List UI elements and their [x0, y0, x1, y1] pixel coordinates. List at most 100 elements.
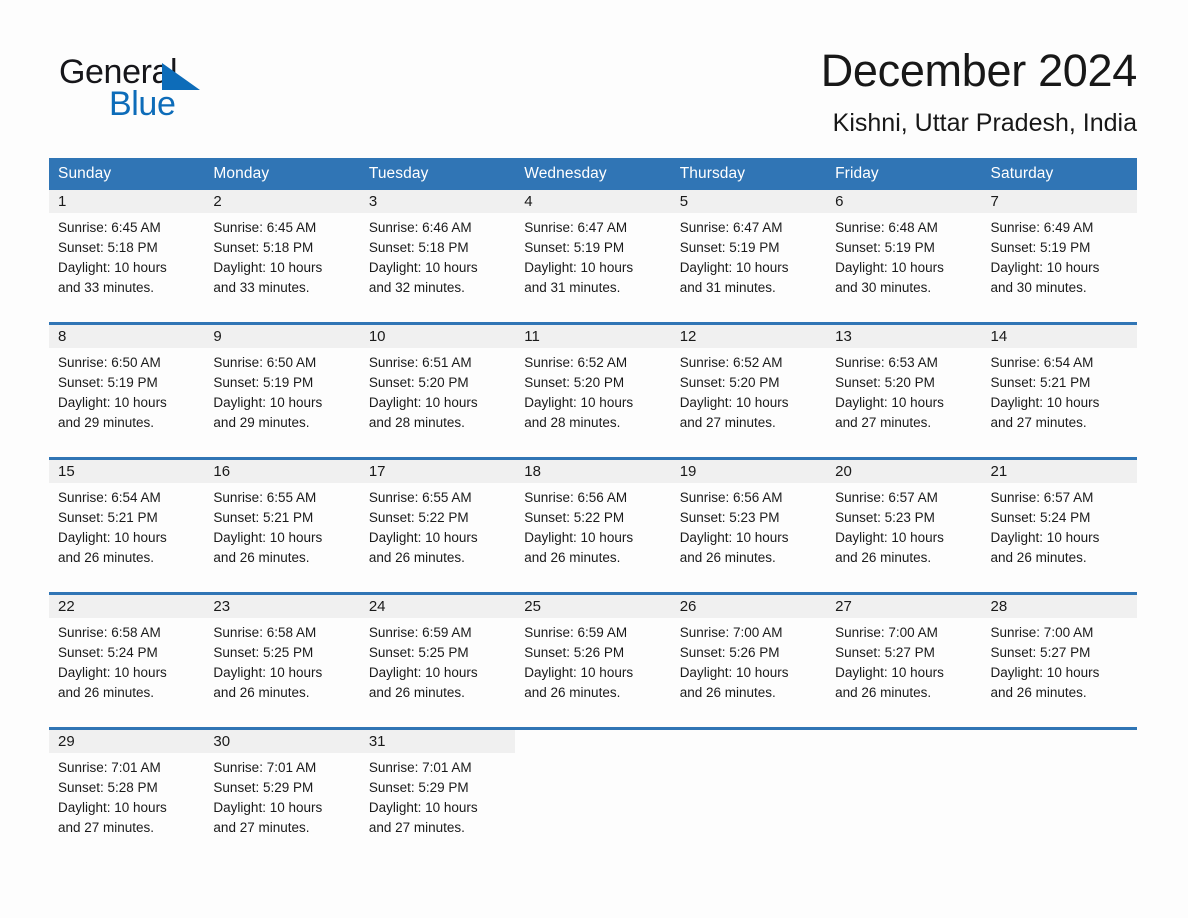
- day-number: 7: [990, 193, 999, 210]
- day-details: Sunrise: 7:00 AM Sunset: 5:27 PM Daylight:…: [826, 618, 981, 703]
- title-block: December 2024 Kishni, Uttar Pradesh, Ind…: [437, 45, 1138, 138]
- calendar-day-cell[interactable]: 28 Sunrise: 7:00 AM Sunset: 5:27 PM Dayligh…: [981, 595, 1137, 715]
- day-number: 4: [524, 193, 533, 210]
- day-daylight1-text: Daylight: 10 hours: [524, 530, 634, 545]
- day-daylight2-text: and 26 minutes.: [524, 685, 621, 700]
- day-details: Sunrise: 6:47 AM Sunset: 5:19 PM Daylight:…: [515, 213, 670, 298]
- day-details: Sunrise: 6:53 AM Sunset: 5:20 PM Daylight:…: [826, 348, 981, 433]
- day-sunset-text: Sunset: 5:25 PM: [368, 645, 469, 660]
- day-sunrise-text: Sunrise: 6:50 AM: [213, 355, 317, 370]
- day-daylight2-text: and 33 minutes.: [58, 280, 155, 295]
- calendar-day-cell[interactable]: 8 Sunrise: 6:50 AM Sunset: 5:19 PM Daylight…: [49, 325, 205, 445]
- day-daylight2-text: and 26 minutes.: [835, 685, 932, 700]
- day-details: Sunrise: 7:00 AM Sunset: 5:26 PM Daylight:…: [671, 618, 826, 703]
- day-number: 1: [58, 193, 67, 210]
- calendar-day-cell[interactable]: 27 Sunrise: 7:00 AM Sunset: 5:27 PM Dayligh…: [826, 595, 982, 715]
- calendar-day-cell[interactable]: 14 Sunrise: 6:54 AM Sunset: 5:21 PM Dayligh…: [981, 325, 1137, 445]
- day-daylight2-text: and 27 minutes.: [213, 820, 310, 835]
- day-sunrise-text: Sunrise: 6:54 AM: [58, 490, 161, 505]
- calendar-day-cell[interactable]: 1 Sunrise: 6:45 AM Sunset: 5:18 PM Daylight…: [49, 190, 205, 310]
- calendar-day-cell[interactable]: 7 Sunrise: 6:49 AM Sunset: 5:19 PM Daylight…: [981, 190, 1137, 310]
- day-number: 18: [524, 463, 541, 480]
- day-sunrise-text: Sunrise: 6:51 AM: [368, 355, 472, 370]
- day-number-bar: [671, 730, 826, 753]
- day-sunset-text: Sunset: 5:19 PM: [990, 240, 1091, 255]
- day-sunset-text: Sunset: 5:29 PM: [213, 780, 314, 795]
- calendar-day-cell[interactable]: 5 Sunrise: 6:47 AM Sunset: 5:19 PM Daylight…: [670, 190, 827, 310]
- weekday-header-monday: Monday: [213, 165, 270, 182]
- calendar-day-cell[interactable]: 16 Sunrise: 6:55 AM Sunset: 5:21 PM Dayligh…: [204, 460, 360, 580]
- calendar-day-cell[interactable]: 23 Sunrise: 6:58 AM Sunset: 5:25 PM Dayligh…: [204, 595, 360, 715]
- calendar-day-cell[interactable]: 6 Sunrise: 6:48 AM Sunset: 5:19 PM Daylight…: [826, 190, 982, 310]
- day-daylight2-text: and 26 minutes.: [990, 685, 1087, 700]
- calendar-day-cell[interactable]: 9 Sunrise: 6:50 AM Sunset: 5:19 PM Daylight…: [204, 325, 360, 445]
- day-number-bar: 18: [515, 460, 671, 483]
- calendar-day-cell[interactable]: 19 Sunrise: 6:56 AM Sunset: 5:23 PM Dayligh…: [670, 460, 827, 580]
- day-sunrise-text: Sunrise: 6:49 AM: [990, 220, 1094, 235]
- calendar-day-cell[interactable]: 18 Sunrise: 6:56 AM Sunset: 5:22 PM Dayligh…: [515, 460, 671, 580]
- calendar-day-cell[interactable]: 10 Sunrise: 6:51 AM Sunset: 5:20 PM Dayligh…: [359, 325, 516, 445]
- weekday-header-thursday: Thursday: [679, 165, 746, 182]
- day-number: 25: [524, 598, 541, 615]
- day-daylight1-text: Daylight: 10 hours: [524, 665, 634, 680]
- day-sunset-text: Sunset: 5:19 PM: [213, 375, 314, 390]
- day-number-bar: 23: [204, 595, 360, 618]
- day-sunrise-text: Sunrise: 6:55 AM: [213, 490, 317, 505]
- calendar-day-cell[interactable]: 30 Sunrise: 7:01 AM Sunset: 5:29 PM Dayligh…: [204, 730, 360, 850]
- calendar-day-cell[interactable]: 31 Sunrise: 7:01 AM Sunset: 5:29 PM Dayligh…: [359, 730, 516, 850]
- calendar-day-cell[interactable]: 24 Sunrise: 6:59 AM Sunset: 5:25 PM Dayligh…: [359, 595, 516, 715]
- day-number: 16: [213, 463, 231, 480]
- calendar-day-cell[interactable]: 13 Sunrise: 6:53 AM Sunset: 5:20 PM Dayligh…: [826, 325, 982, 445]
- general-blue-logo[interactable]: General Blue: [59, 53, 359, 133]
- day-daylight1-text: Daylight: 10 hours: [835, 260, 944, 275]
- day-number-bar: 14: [981, 325, 1137, 348]
- calendar-day-cell[interactable]: 12 Sunrise: 6:52 AM Sunset: 5:20 PM Dayligh…: [670, 325, 827, 445]
- day-sunrise-text: Sunrise: 6:58 AM: [213, 625, 317, 640]
- day-number-bar: 29: [49, 730, 205, 753]
- weekday-header-sunday: Sunday: [58, 165, 112, 182]
- day-sunset-text: Sunset: 5:20 PM: [835, 375, 935, 390]
- day-daylight1-text: Daylight: 10 hours: [58, 260, 167, 275]
- day-number: 15: [58, 463, 75, 480]
- calendar-day-cell[interactable]: 22 Sunrise: 6:58 AM Sunset: 5:24 PM Dayligh…: [49, 595, 205, 715]
- calendar-day-cell[interactable]: 4 Sunrise: 6:47 AM Sunset: 5:19 PM Daylight…: [515, 190, 671, 310]
- day-daylight1-text: Daylight: 10 hours: [524, 395, 634, 410]
- calendar-day-cell-empty: [670, 730, 827, 850]
- calendar-day-cell[interactable]: 2 Sunrise: 6:45 AM Sunset: 5:18 PM Daylight…: [204, 190, 360, 310]
- calendar-day-cell[interactable]: 3 Sunrise: 6:46 AM Sunset: 5:18 PM Daylight…: [359, 190, 516, 310]
- day-daylight2-text: and 29 minutes.: [213, 415, 310, 430]
- day-sunset-text: Sunset: 5:18 PM: [213, 240, 314, 255]
- day-details: Sunrise: 7:01 AM Sunset: 5:28 PM Daylight:…: [49, 753, 204, 838]
- calendar-day-cell[interactable]: 29 Sunrise: 7:01 AM Sunset: 5:28 PM Dayligh…: [49, 730, 205, 850]
- calendar-day-cell[interactable]: 20 Sunrise: 6:57 AM Sunset: 5:23 PM Dayligh…: [826, 460, 982, 580]
- day-sunset-text: Sunset: 5:27 PM: [835, 645, 935, 660]
- day-details: Sunrise: 6:59 AM Sunset: 5:25 PM Daylight:…: [360, 618, 515, 703]
- day-sunrise-text: Sunrise: 6:47 AM: [679, 220, 783, 235]
- day-daylight2-text: and 27 minutes.: [58, 820, 155, 835]
- calendar-day-cell[interactable]: 25 Sunrise: 6:59 AM Sunset: 5:26 PM Dayligh…: [515, 595, 671, 715]
- calendar-day-cell[interactable]: 17 Sunrise: 6:55 AM Sunset: 5:22 PM Dayligh…: [359, 460, 516, 580]
- day-details: Sunrise: 6:55 AM Sunset: 5:21 PM Daylight:…: [204, 483, 359, 568]
- calendar-day-cell[interactable]: 15 Sunrise: 6:54 AM Sunset: 5:21 PM Dayligh…: [49, 460, 205, 580]
- day-sunrise-text: Sunrise: 6:59 AM: [524, 625, 628, 640]
- day-sunrise-text: Sunrise: 6:57 AM: [990, 490, 1094, 505]
- day-number: 27: [835, 598, 852, 615]
- day-daylight1-text: Daylight: 10 hours: [368, 260, 478, 275]
- day-sunset-text: Sunset: 5:21 PM: [213, 510, 314, 525]
- calendar-day-cell[interactable]: 21 Sunrise: 6:57 AM Sunset: 5:24 PM Dayligh…: [981, 460, 1137, 580]
- calendar-day-cell[interactable]: 26 Sunrise: 7:00 AM Sunset: 5:26 PM Dayligh…: [670, 595, 827, 715]
- day-details: Sunrise: 7:01 AM Sunset: 5:29 PM Daylight:…: [204, 753, 359, 838]
- page-title: December 2024: [820, 45, 1138, 96]
- day-number-bar: 7: [981, 190, 1137, 213]
- day-sunrise-text: Sunrise: 7:01 AM: [58, 760, 161, 775]
- day-daylight1-text: Daylight: 10 hours: [835, 665, 944, 680]
- day-number: 19: [679, 463, 697, 480]
- day-daylight2-text: and 26 minutes.: [990, 550, 1087, 565]
- day-daylight1-text: Daylight: 10 hours: [835, 395, 944, 410]
- calendar-day-cell[interactable]: 11 Sunrise: 6:52 AM Sunset: 5:20 PM Dayligh…: [515, 325, 671, 445]
- day-number-bar: 25: [515, 595, 671, 618]
- day-number-bar: 17: [359, 460, 516, 483]
- calendar-page: General Blue December 2024 Kishni, Uttar…: [0, 0, 1188, 918]
- day-number: 17: [368, 463, 386, 480]
- day-daylight1-text: Daylight: 10 hours: [213, 665, 323, 680]
